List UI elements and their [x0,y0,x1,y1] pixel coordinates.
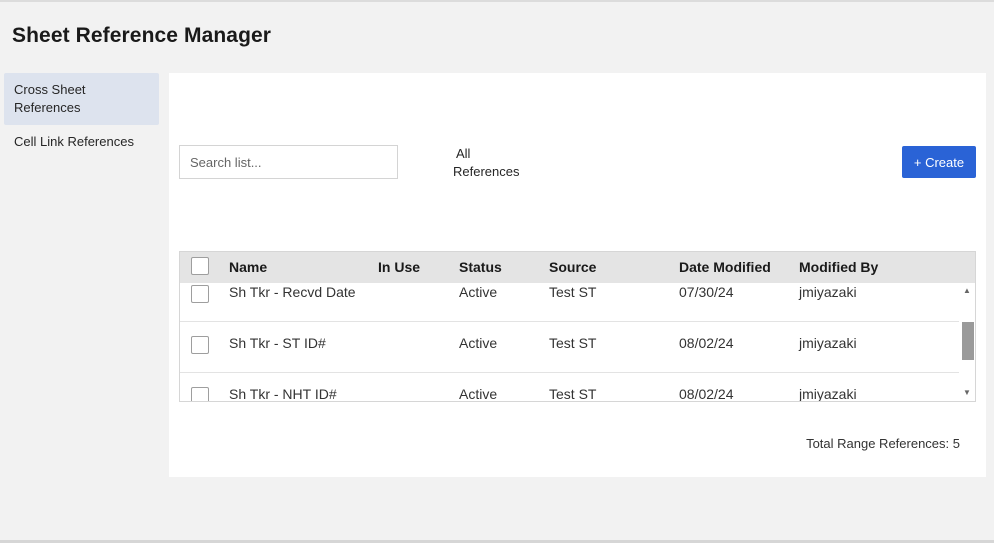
row-checkbox[interactable] [191,336,209,354]
table-body: Sh Tkr - Recvd Date Active Test ST 07/30… [180,283,960,401]
column-header-in-use[interactable]: In Use [378,259,420,275]
table-row[interactable]: Sh Tkr - NHT ID# Active Test ST 08/02/24… [180,373,960,401]
column-header-status[interactable]: Status [459,259,502,275]
filter-label-line1: All [456,146,471,161]
table-scrollbar[interactable]: ▲ ▼ [959,283,975,401]
scroll-up-arrow-icon[interactable]: ▲ [959,283,975,299]
page-title: Sheet Reference Manager [12,24,272,47]
sidebar-item-cross-sheet-references[interactable]: Cross Sheet References [4,73,159,125]
cell-name: Sh Tkr - Recvd Date [229,284,356,300]
cell-name: Sh Tkr - ST ID# [229,335,326,351]
scroll-down-arrow-icon[interactable]: ▼ [959,385,975,401]
select-all-checkbox[interactable] [191,257,209,275]
cell-modified-by: jmiyazaki [799,386,857,401]
row-checkbox[interactable] [191,387,209,401]
table-row[interactable]: Sh Tkr - Recvd Date Active Test ST 07/30… [180,283,960,322]
column-header-source[interactable]: Source [549,259,596,275]
filter-all-references[interactable]: All References [453,145,533,181]
column-header-date-modified[interactable]: Date Modified [679,259,771,275]
main-panel: All References + Create Name In Use Stat… [169,73,986,477]
filter-label-line2: References [453,164,520,179]
cell-modified-by: jmiyazaki [799,335,857,351]
column-header-name[interactable]: Name [229,259,267,275]
cell-date-modified: 07/30/24 [679,284,734,300]
create-button[interactable]: + Create [902,146,976,178]
cell-status: Active [459,335,498,351]
scroll-thumb[interactable] [962,322,974,360]
cell-date-modified: 08/02/24 [679,335,734,351]
column-header-modified-by[interactable]: Modified By [799,259,878,275]
cell-status: Active [459,386,498,401]
table-row[interactable]: Sh Tkr - ST ID# Active Test ST 08/02/24 … [180,322,960,373]
sidebar-item-cell-link-references[interactable]: Cell Link References [4,125,159,159]
top-divider [0,0,994,2]
cell-source: Test ST [549,386,597,401]
cell-modified-by: jmiyazaki [799,284,857,300]
references-table: Name In Use Status Source Date Modified … [179,251,976,402]
sidebar: Cross Sheet References Cell Link Referen… [4,73,159,159]
cell-date-modified: 08/02/24 [679,386,734,401]
cell-source: Test ST [549,284,597,300]
cell-name: Sh Tkr - NHT ID# [229,386,337,401]
cell-status: Active [459,284,498,300]
table-header: Name In Use Status Source Date Modified … [180,252,975,283]
row-checkbox[interactable] [191,285,209,303]
cell-source: Test ST [549,335,597,351]
total-range-references: Total Range References: 5 [806,436,960,451]
search-input[interactable] [179,145,398,179]
